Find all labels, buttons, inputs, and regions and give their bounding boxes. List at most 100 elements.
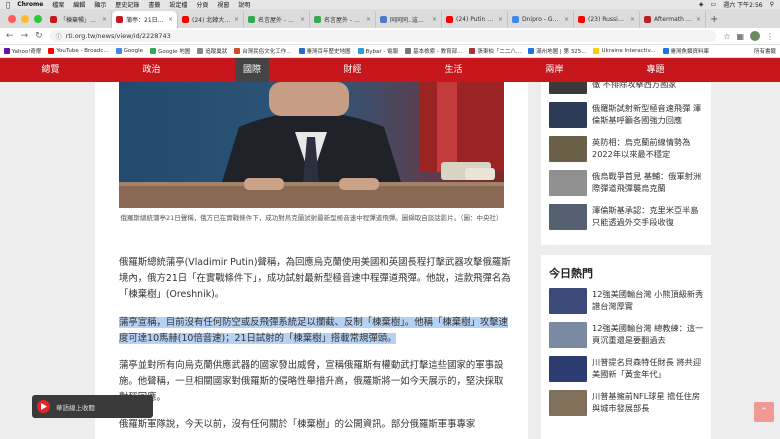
browser-tab[interactable]: 名言屋外 - 轉載言× xyxy=(310,11,376,28)
related-title[interactable]: 俄烏戰爭首見 基輔：俄軍射洲際彈道飛彈襲烏克蘭 xyxy=(592,170,705,200)
tab-label: 名言屋外 - Google xyxy=(258,17,297,24)
nav-life[interactable]: 生活 xyxy=(403,58,504,82)
tab-favicon-icon xyxy=(116,16,123,23)
menu-edit[interactable]: 編輯 xyxy=(73,0,85,9)
tab-close-icon[interactable]: × xyxy=(498,16,503,23)
nav-overview[interactable]: 總覽 xyxy=(0,58,101,82)
url-input[interactable]: ⓘ rti.org.tw/news/view/id/2228743 xyxy=(49,30,717,42)
browser-tab[interactable]: 「棟棄暢」飛彈射× xyxy=(46,11,112,28)
tab-close-icon[interactable]: × xyxy=(432,16,437,23)
nav-features[interactable]: 專題 xyxy=(605,58,706,82)
browser-tab[interactable]: 同同同..這裏是英× xyxy=(376,11,442,28)
related-thumbnail xyxy=(549,102,587,128)
zoom-window-button[interactable] xyxy=(34,15,42,23)
minimize-window-button[interactable] xyxy=(21,15,29,23)
reload-icon[interactable]: ↻ xyxy=(35,31,43,41)
menu-file[interactable]: 檔案 xyxy=(52,0,64,9)
article-paragraph: 俄羅斯軍隊說，今天以前，沒有任何關於「棟棄樹」的公開資訊。部分俄羅斯軍事專家 xyxy=(119,419,476,430)
bookmark-item[interactable]: 滿州地圖 | 第 325... xyxy=(528,47,586,55)
trending-title[interactable]: 12強美國輸台灣 小熊頂級新秀譜台灣厚實 xyxy=(592,288,705,318)
trending-title[interactable]: 川普提名貝森特任財長 將共迎美國新「黃金年代」 xyxy=(592,356,705,386)
trending-thumbnail xyxy=(549,322,587,348)
bookmark-item[interactable]: 台灣民俗文化工作... xyxy=(234,47,292,55)
tab-close-icon[interactable]: × xyxy=(168,16,173,23)
trending-item[interactable]: 川普基擁前NFL球星 擔任住房與城市發展部長 xyxy=(549,390,705,420)
tab-close-icon[interactable]: × xyxy=(234,16,239,23)
tab-close-icon[interactable]: × xyxy=(300,16,305,23)
related-item[interactable]: 俄羅斯試射新型極音速飛彈 澤倫斯基呼籲各國強力回應 xyxy=(549,102,705,132)
tab-close-icon[interactable]: × xyxy=(696,16,701,23)
bookmark-item[interactable]: Google xyxy=(115,47,143,55)
menu-window[interactable]: 視窗 xyxy=(217,0,229,9)
bookmark-star-icon[interactable]: ☆ xyxy=(723,32,730,41)
related-item[interactable]: 英防相：烏克蘭前線情勢為2022年以來最不穩定 xyxy=(549,136,705,166)
new-tab-button[interactable]: + xyxy=(710,11,718,28)
tab-close-icon[interactable]: × xyxy=(102,16,107,23)
nav-finance[interactable]: 財經 xyxy=(302,58,403,82)
trending-title[interactable]: 12強美國輸台灣 總教練：這一頁沉重還是要翻過去 xyxy=(592,322,705,352)
browser-tab[interactable]: Dnipro - Google S× xyxy=(508,11,574,28)
menu-bookmarks[interactable]: 書籤 xyxy=(148,0,160,9)
page-content: 俄羅斯總統蒲亭21日聲稱，俄方已在實戰條件下，成功對烏克蘭試射最新型極音速中程彈… xyxy=(0,82,780,439)
menu-dots-icon[interactable]: ⋮ xyxy=(766,32,774,41)
trending-thumbnail xyxy=(549,356,587,382)
menu-view[interactable]: 顯示 xyxy=(94,0,106,9)
related-title[interactable]: 俄羅斯試射新型極音速飛彈 澤倫斯基呼籲各國強力回應 xyxy=(592,102,705,132)
tab-close-icon[interactable]: × xyxy=(630,16,635,23)
menubar-clock[interactable]: 週六 下午2:56 xyxy=(723,0,762,9)
bookmark-label: 臺灣魚類資料庫 xyxy=(670,49,710,55)
search-icon[interactable]: ⚲ xyxy=(770,1,774,8)
back-to-top-button[interactable]: ⌃ xyxy=(754,402,774,422)
tab-label: (23) Russia Fires xyxy=(588,16,627,23)
menu-app-chrome[interactable]: Chrome xyxy=(17,1,43,8)
bookmark-item[interactable]: 臺灣魚類資料庫 xyxy=(662,47,710,55)
browser-tab[interactable]: 蒲亭：21日在烏克× xyxy=(112,11,178,28)
nav-politics[interactable]: 政治 xyxy=(101,58,202,82)
bookmark-item[interactable]: Yahoo!奇摩 xyxy=(4,47,41,55)
battery-icon[interactable]: ▭ xyxy=(711,1,717,8)
bookmark-item[interactable]: YouTube - Broadc... xyxy=(48,47,109,55)
all-bookmarks-link[interactable]: 所有書籤 xyxy=(754,47,776,55)
tab-label: 同同同..這裏是英 xyxy=(390,17,429,24)
bookmark-item[interactable]: Bybar - 電報 xyxy=(357,47,398,55)
forward-arrow-icon[interactable]: → xyxy=(21,31,29,41)
audio-player[interactable]: 華語線上收聽 xyxy=(32,395,153,418)
profile-avatar[interactable] xyxy=(750,31,760,41)
close-window-button[interactable] xyxy=(8,15,16,23)
bookmark-item[interactable]: 追蹤巢狀 xyxy=(197,47,227,55)
browser-tab[interactable]: (23) Russia Fires× xyxy=(574,11,640,28)
related-title[interactable]: 澤倫斯基承認：克里米亞半島只能透過外交手段收復 xyxy=(592,204,705,234)
browser-tab[interactable]: (24) Putin says R× xyxy=(442,11,508,28)
related-item[interactable]: 俄烏戰爭首見 基輔：俄軍射洲際彈道飛彈襲烏克蘭 xyxy=(549,170,705,200)
article: 俄羅斯總統蒲亭21日聲稱，俄方已在實戰條件下，成功對烏克蘭試射最新型極音速中程彈… xyxy=(95,82,528,439)
related-title[interactable]: 英防相：烏克蘭前線情勢為2022年以來最不穩定 xyxy=(592,136,705,166)
menu-help[interactable]: 說明 xyxy=(238,0,250,9)
trending-thumbnail xyxy=(549,390,587,416)
site-info-icon[interactable]: ⓘ xyxy=(56,32,62,41)
tab-close-icon[interactable]: × xyxy=(564,16,569,23)
wifi-icon[interactable]: ◈ xyxy=(699,1,704,8)
browser-tab[interactable]: Aftermath of Ru× xyxy=(640,11,706,28)
nav-international[interactable]: 國際 xyxy=(235,58,269,82)
menu-history[interactable]: 歷史記錄 xyxy=(115,0,139,9)
browser-tab[interactable]: 名言屋外 - Google× xyxy=(244,11,310,28)
browser-tab[interactable]: (24) 北韓大軍 參加× xyxy=(178,11,244,28)
play-button[interactable] xyxy=(37,400,50,413)
apple-icon[interactable]:  xyxy=(6,1,10,9)
bookmark-item[interactable]: 臺灣百年歷史地圖 xyxy=(298,47,351,55)
extensions-icon[interactable]: ▦ xyxy=(736,32,744,41)
bookmark-item[interactable]: 基本檢索 - 教育部... xyxy=(405,47,462,55)
trending-title[interactable]: 川普基擁前NFL球星 擔任住房與城市發展部長 xyxy=(592,390,705,420)
trending-item[interactable]: 12強美國輸台灣 總教練：這一頁沉重還是要翻過去 xyxy=(549,322,705,352)
tab-close-icon[interactable]: × xyxy=(366,16,371,23)
trending-item[interactable]: 12強美國輸台灣 小熊頂級新秀譜台灣厚實 xyxy=(549,288,705,318)
bookmark-item[interactable]: Google 地圖 xyxy=(150,47,190,55)
menu-profile[interactable]: 設定檔 xyxy=(169,0,187,9)
bookmark-item[interactable]: 張東柏「二二八... xyxy=(469,47,521,55)
related-item[interactable]: 澤倫斯基承認：克里米亞半島只能透過外交手段收復 xyxy=(549,204,705,234)
back-arrow-icon[interactable]: ← xyxy=(6,31,14,41)
trending-item[interactable]: 川普提名貝森特任財長 將共迎美國新「黃金年代」 xyxy=(549,356,705,386)
nav-cross-strait[interactable]: 兩岸 xyxy=(504,58,605,82)
menu-tabs[interactable]: 分頁 xyxy=(196,0,208,9)
bookmark-item[interactable]: Ukraine Interactiv... xyxy=(593,47,656,55)
